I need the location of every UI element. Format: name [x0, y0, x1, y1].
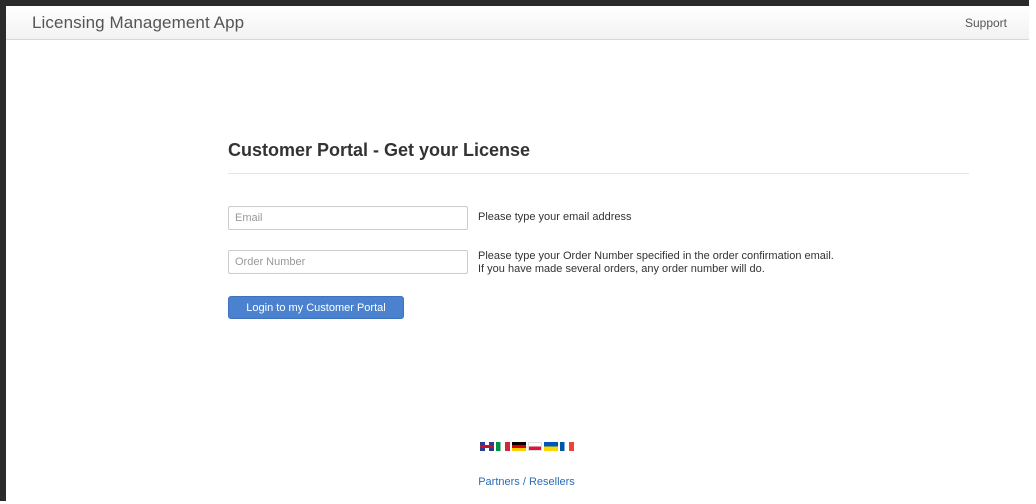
login-button[interactable]: Login to my Customer Portal: [228, 296, 404, 319]
email-row: Please type your email address: [228, 206, 969, 230]
navbar: Licensing Management App Support: [6, 6, 1029, 40]
uk-flag-icon[interactable]: [479, 442, 494, 451]
ukraine-flag-icon[interactable]: [543, 442, 558, 451]
poland-flag-icon[interactable]: [527, 442, 542, 451]
email-input[interactable]: [228, 206, 468, 230]
page-title: Customer Portal - Get your License: [228, 140, 969, 174]
germany-flag-icon[interactable]: [511, 442, 526, 451]
partners-resellers-link[interactable]: Partners / Resellers: [24, 476, 1029, 488]
support-link[interactable]: Support: [965, 16, 1007, 30]
footer: Partners / Resellers: [6, 438, 1029, 488]
order-number-help-line1: Please type your Order Number specified …: [478, 250, 834, 262]
italy-flag-icon[interactable]: [495, 442, 510, 451]
portal-form: Customer Portal - Get your License Pleas…: [228, 140, 969, 319]
order-number-input[interactable]: [228, 250, 468, 274]
language-flags: [479, 442, 574, 451]
france-flag-icon[interactable]: [559, 442, 574, 451]
brand-title[interactable]: Licensing Management App: [32, 13, 244, 33]
app-window: Licensing Management App Support Custome…: [0, 0, 1029, 501]
order-number-help: Please type your Order Number specified …: [478, 250, 834, 276]
order-number-row: Please type your Order Number specified …: [228, 250, 969, 276]
email-help-text: Please type your email address: [478, 211, 632, 223]
order-number-help-line2: If you have made several orders, any ord…: [478, 263, 765, 275]
